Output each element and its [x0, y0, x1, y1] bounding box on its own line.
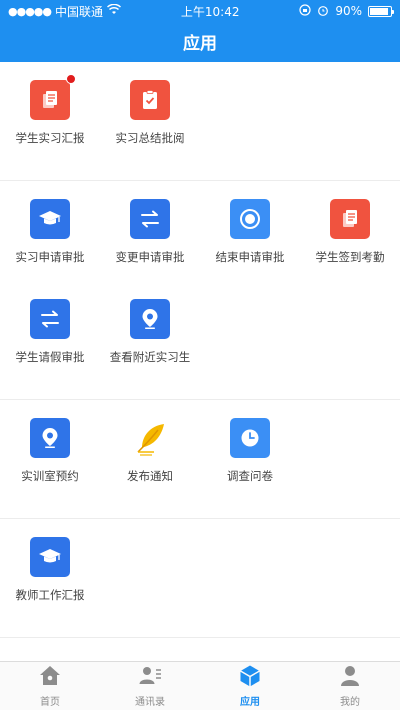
app-tile-label: 教师工作汇报: [15, 588, 85, 602]
tab-contacts[interactable]: 通讯录: [100, 662, 200, 710]
clock-time: 上午10:42: [180, 4, 240, 19]
app-tile[interactable]: 调查问卷: [200, 418, 300, 518]
app-row: 实训室预约 发布通知 调查问卷: [0, 418, 400, 518]
bottom-tab-bar: 首页 通讯录 应用 我的: [0, 661, 400, 710]
app-row: 教师工作汇报: [0, 537, 400, 637]
document-icon: [30, 74, 76, 120]
stop-circle-icon: [230, 199, 270, 239]
rotation-lock-icon: [299, 3, 311, 19]
app-tile[interactable]: 结束申请审批: [200, 199, 300, 299]
swap-arrows-icon: [30, 299, 70, 339]
tab-person[interactable]: 我的: [300, 662, 400, 710]
app-tile-label: 查看附近实习生: [109, 350, 191, 364]
location-pin-icon: [130, 299, 170, 339]
app-section-3: 实训室预约 发布通知 调查问卷: [0, 400, 400, 519]
app-tile-label: 学生签到考勤: [315, 250, 385, 264]
app-tile-label: 调查问卷: [227, 469, 273, 483]
top-bar: ●●●●● 中国联通 上午10:42 90% 应用: [0, 0, 400, 62]
app-section-2: 实习申请审批 变更申请审批 结束申请审批 学生签到考勤学生请假审批 查看附近实习生: [0, 181, 400, 400]
clock-icon: [230, 418, 270, 458]
app-section-1: 学生实习汇报 实习总结批阅: [0, 62, 400, 181]
app-tile-label: 实习申请审批: [15, 250, 85, 264]
contacts-icon: [138, 664, 162, 693]
app-tile-label: 结束申请审批: [215, 250, 285, 264]
home-icon: [38, 664, 62, 693]
status-bar: ●●●●● 中国联通 上午10:42 90%: [0, 0, 400, 22]
tab-label: 我的: [340, 697, 360, 708]
signal-strength-icon: ●●●●●: [8, 4, 52, 18]
app-row: 学生请假审批 查看附近实习生: [0, 299, 400, 399]
person-icon: [338, 664, 362, 693]
carrier-name: 中国联通: [55, 4, 104, 19]
app-tile[interactable]: 实训室预约: [0, 418, 100, 518]
app-tile[interactable]: 学生实习汇报: [0, 74, 100, 180]
app-grid: 学生实习汇报 实习总结批阅实习申请审批 变更申请审批 结束申请审批 学生签到考勤学生请假…: [0, 62, 400, 638]
app-tile-label: 发布通知: [127, 469, 173, 483]
cube-icon: [238, 664, 262, 693]
checklist-icon: [130, 80, 170, 120]
app-tile[interactable]: 学生请假审批: [0, 299, 100, 399]
app-tile-label: 实训室预约: [21, 469, 79, 483]
wifi-icon: [107, 3, 122, 18]
tab-home[interactable]: 首页: [0, 662, 100, 710]
app-tile[interactable]: 变更申请审批: [100, 199, 200, 299]
feather-pen-icon: [130, 418, 170, 458]
app-section-4: 教师工作汇报: [0, 519, 400, 638]
app-tile[interactable]: 实习总结批阅: [100, 80, 200, 180]
tab-label: 应用: [240, 697, 260, 708]
location-pin-icon: [30, 418, 70, 458]
notification-badge: [66, 74, 76, 84]
app-tile[interactable]: 查看附近实习生: [100, 299, 200, 399]
app-tile[interactable]: 教师工作汇报: [0, 537, 100, 637]
alarm-icon: [317, 4, 329, 19]
app-tile-label: 变更申请审批: [115, 250, 185, 264]
app-row: 学生实习汇报 实习总结批阅: [0, 74, 400, 180]
tab-label: 通讯录: [135, 697, 165, 708]
app-tile-label: 学生实习汇报: [15, 131, 85, 145]
page-title: 应用: [183, 34, 217, 54]
battery-icon: [368, 5, 394, 17]
app-row: 实习申请审批 变更申请审批 结束申请审批 学生签到考勤: [0, 199, 400, 299]
tab-label: 首页: [40, 697, 60, 708]
swap-arrows-icon: [130, 199, 170, 239]
tab-cube[interactable]: 应用: [200, 662, 300, 710]
app-tile[interactable]: 学生签到考勤: [300, 199, 400, 299]
app-tile-label: 学生请假审批: [15, 350, 85, 364]
app-tile-label: 实习总结批阅: [115, 131, 185, 145]
graduation-cap-icon: [30, 199, 70, 239]
app-tile[interactable]: 实习申请审批: [0, 199, 100, 299]
graduation-cap-icon: [30, 537, 70, 577]
battery-percent: 90%: [335, 4, 362, 18]
document-icon: [330, 199, 370, 239]
app-tile[interactable]: 发布通知: [100, 418, 200, 518]
